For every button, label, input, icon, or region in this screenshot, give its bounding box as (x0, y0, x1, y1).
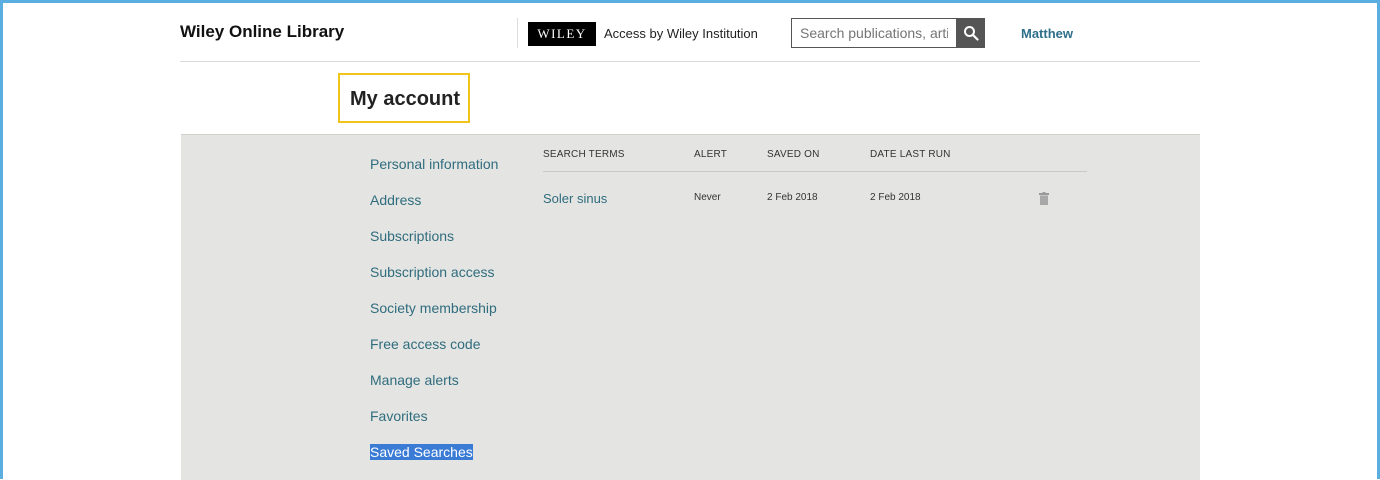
column-header-alert: ALERT (694, 149, 728, 160)
sidebar-item-address[interactable]: Address (370, 192, 421, 208)
saved-search-date-last-run: 2 Feb 2018 (870, 192, 921, 203)
delete-saved-search-button[interactable] (1038, 191, 1050, 205)
header-separator (180, 61, 1200, 62)
column-header-date-last-run: DATE LAST RUN (870, 149, 951, 160)
sidebar-item-society-membership[interactable]: Society membership (370, 300, 497, 316)
sidebar-item-manage-alerts[interactable]: Manage alerts (370, 372, 459, 388)
user-account-link[interactable]: Matthew (1021, 26, 1073, 41)
saved-search-term-link[interactable]: Soler sinus (543, 191, 607, 206)
sidebar-item-subscription-access[interactable]: Subscription access (370, 264, 495, 280)
page-title: My account (350, 88, 461, 110)
column-header-search-terms: SEARCH TERMS (543, 149, 625, 160)
search-input[interactable] (791, 18, 957, 48)
sidebar-item-saved-searches[interactable]: Saved Searches (370, 444, 473, 460)
sidebar-item-free-access-code[interactable]: Free access code (370, 336, 481, 352)
sidebar-item-subscriptions[interactable]: Subscriptions (370, 228, 454, 244)
saved-search-saved-on: 2 Feb 2018 (767, 192, 818, 203)
sidebar-item-favorites[interactable]: Favorites (370, 408, 428, 424)
header-divider (517, 18, 518, 48)
saved-search-alert: Never (694, 192, 721, 203)
account-content-panel (181, 134, 1200, 480)
table-header-divider (543, 171, 1087, 172)
sidebar-item-personal-information[interactable]: Personal information (370, 156, 498, 172)
search-icon (964, 26, 979, 41)
wiley-logo[interactable]: WILEY (528, 22, 596, 46)
search-button[interactable] (957, 18, 985, 48)
institution-access-text: Access by Wiley Institution (604, 26, 758, 41)
trash-icon (1039, 191, 1049, 205)
site-brand[interactable]: Wiley Online Library (180, 22, 344, 42)
column-header-saved-on: SAVED ON (767, 149, 820, 160)
